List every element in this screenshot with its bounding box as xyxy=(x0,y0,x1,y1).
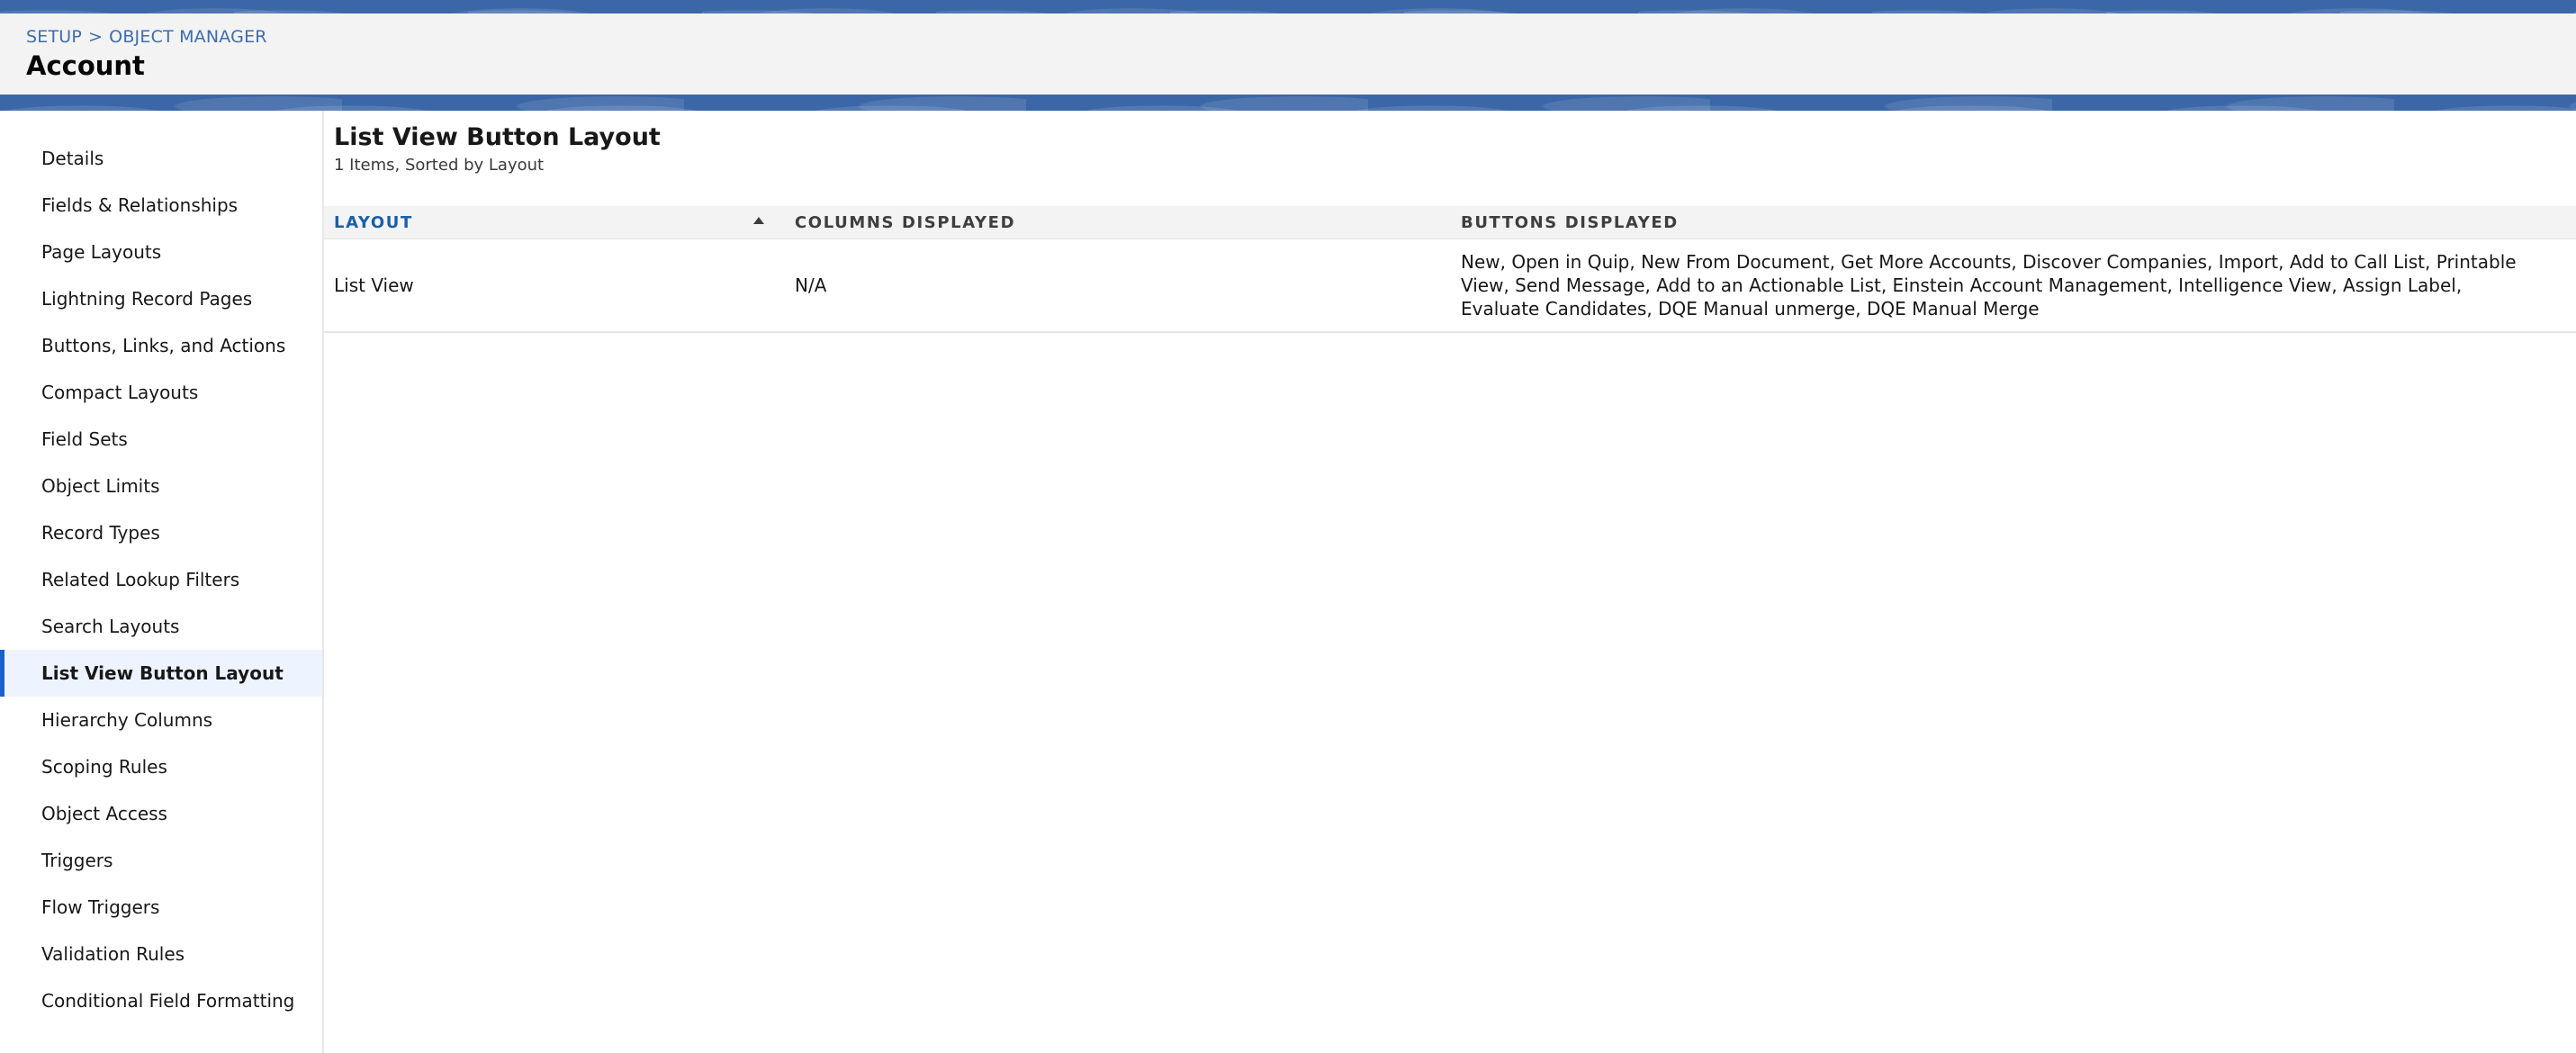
sidebar: Details Fields & Relationships Page Layo… xyxy=(0,111,324,1053)
sidebar-item-scoping-rules[interactable]: Scoping Rules xyxy=(0,743,322,790)
sidebar-item-field-sets[interactable]: Field Sets xyxy=(0,416,322,463)
top-brand-band xyxy=(0,0,2576,14)
sidebar-item-object-access[interactable]: Object Access xyxy=(0,790,322,837)
header-brand-band xyxy=(0,94,2576,111)
column-header-layout[interactable]: LAYOUT xyxy=(334,206,413,238)
sidebar-item-page-layouts[interactable]: Page Layouts xyxy=(0,229,322,275)
sidebar-item-details[interactable]: Details xyxy=(0,135,322,182)
sidebar-item-compact-layouts[interactable]: Compact Layouts xyxy=(0,369,322,416)
sidebar-item-buttons-links-actions[interactable]: Buttons, Links, and Actions xyxy=(0,322,322,369)
page-header: SETUP > OBJECT MANAGER Account xyxy=(0,14,2576,94)
sidebar-item-record-types[interactable]: Record Types xyxy=(0,509,322,556)
cell-columns-displayed: N/A xyxy=(795,274,827,296)
sidebar-item-validation-rules[interactable]: Validation Rules xyxy=(0,931,322,977)
section-title: List View Button Layout xyxy=(334,123,661,151)
sidebar-list: Details Fields & Relationships Page Layo… xyxy=(0,111,322,1024)
table-header-row: LAYOUT COLUMNS DISPLAYED BUTTONS DISPLAY… xyxy=(324,206,2576,239)
page-title: Account xyxy=(26,50,145,81)
sidebar-item-object-limits[interactable]: Object Limits xyxy=(0,463,322,509)
main-content: List View Button Layout 1 Items, Sorted … xyxy=(324,111,2576,1053)
sidebar-item-triggers[interactable]: Triggers xyxy=(0,837,322,884)
sort-ascending-icon[interactable] xyxy=(753,217,764,224)
sidebar-item-lightning-record-pages[interactable]: Lightning Record Pages xyxy=(0,275,322,322)
sidebar-item-hierarchy-columns[interactable]: Hierarchy Columns xyxy=(0,697,322,743)
list-view-button-layout-table: LAYOUT COLUMNS DISPLAYED BUTTONS DISPLAY… xyxy=(324,206,2576,333)
breadcrumb: SETUP > OBJECT MANAGER xyxy=(26,27,267,47)
breadcrumb-object-manager-link[interactable]: OBJECT MANAGER xyxy=(109,27,267,47)
sidebar-item-fields-relationships[interactable]: Fields & Relationships xyxy=(0,182,322,229)
breadcrumb-setup-link[interactable]: SETUP xyxy=(26,27,82,47)
sidebar-item-related-lookup-filters[interactable]: Related Lookup Filters xyxy=(0,556,322,603)
breadcrumb-separator: > xyxy=(88,27,104,47)
column-header-buttons-displayed[interactable]: BUTTONS DISPLAYED xyxy=(1461,206,1679,238)
column-header-columns-displayed[interactable]: COLUMNS DISPLAYED xyxy=(795,206,1015,238)
sidebar-item-list-view-button-layout[interactable]: List View Button Layout xyxy=(0,650,322,697)
sidebar-item-conditional-field-formatting[interactable]: Conditional Field Formatting xyxy=(0,977,322,1024)
table-row: List View N/A New, Open in Quip, New Fro… xyxy=(324,239,2576,333)
section-subtitle: 1 Items, Sorted by Layout xyxy=(334,156,545,175)
cell-layout: List View xyxy=(334,274,414,296)
sidebar-item-search-layouts[interactable]: Search Layouts xyxy=(0,603,322,650)
sidebar-item-flow-triggers[interactable]: Flow Triggers xyxy=(0,884,322,931)
cell-buttons-displayed: New, Open in Quip, New From Document, Ge… xyxy=(1461,251,2517,320)
